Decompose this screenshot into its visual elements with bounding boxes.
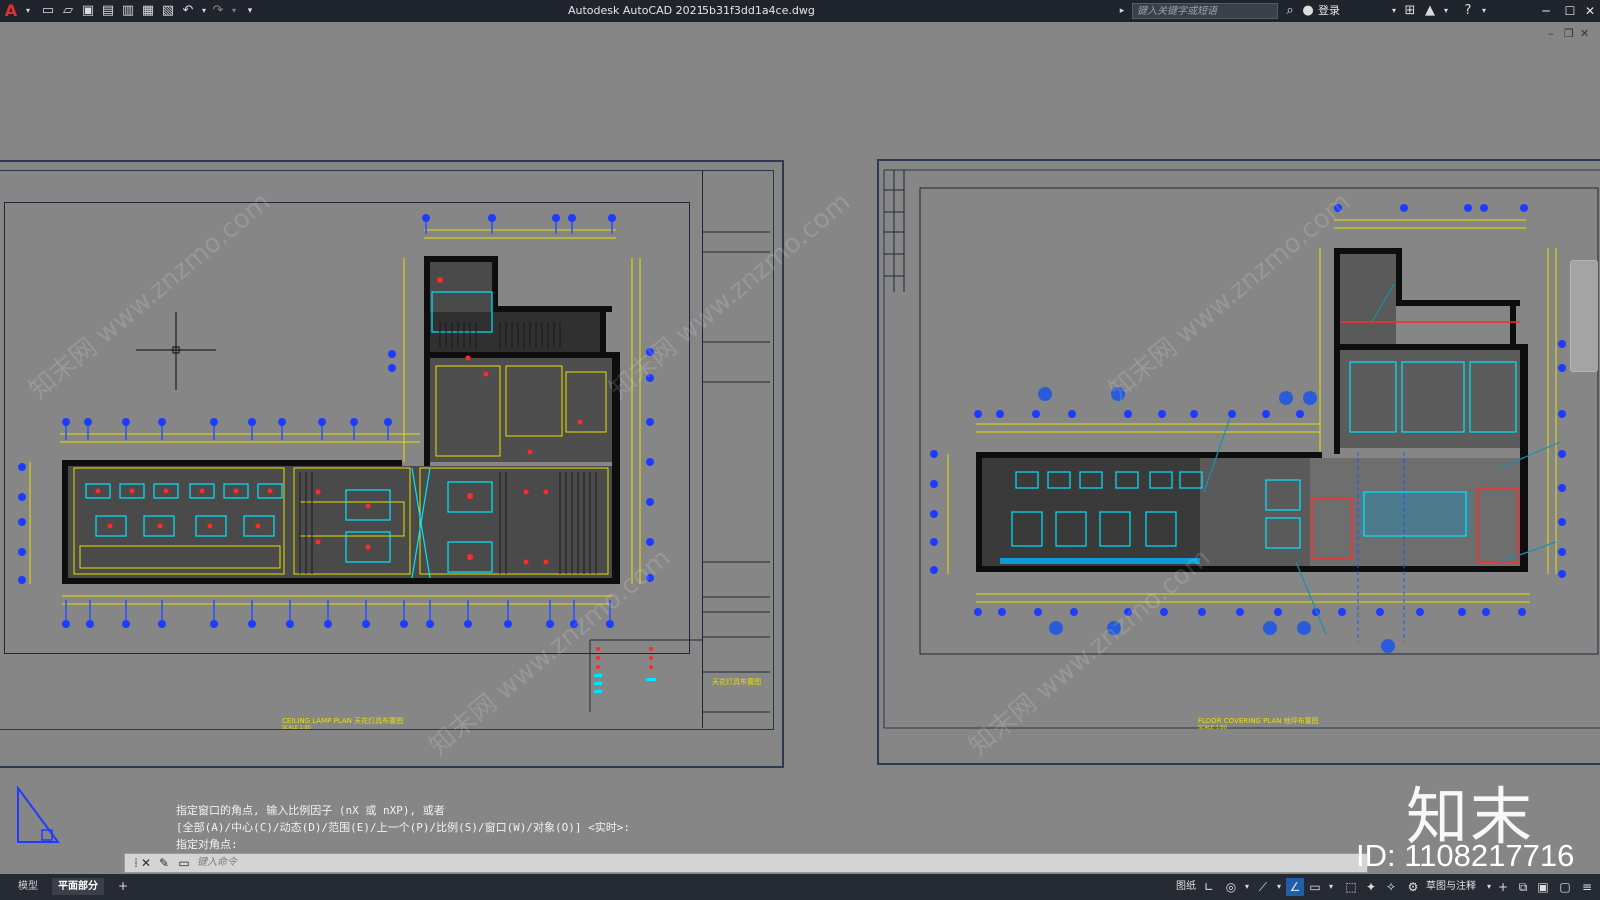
brand-id: ID: 1108217716: [1356, 838, 1575, 873]
minimize-icon[interactable]: ─: [1534, 0, 1558, 22]
new-file-icon[interactable]: ▭: [40, 3, 56, 19]
command-input[interactable]: 键入命令: [197, 854, 237, 872]
tab-model[interactable]: 模型: [12, 878, 44, 895]
autocad-logo-icon[interactable]: A: [2, 2, 20, 20]
cad-drawing-svg: [18, 159, 1600, 765]
help-icon[interactable]: ?: [1460, 3, 1476, 19]
add-layout-icon[interactable]: +: [112, 878, 134, 895]
undo-icon[interactable]: ↶: [180, 3, 196, 19]
login-button[interactable]: 登录: [1318, 0, 1340, 22]
search-input[interactable]: 键入关键字或短语: [1132, 3, 1278, 19]
selection-cycling-icon[interactable]: ⬚: [1342, 878, 1360, 896]
left-block-title: 天花灯具布置图: [712, 678, 761, 686]
title-bar: A ▾ ▭ ▱ ▣ ▤ ▥ ▦ ▧ ↶ ▾ ↷ ▾ ▾ Autodesk Aut…: [0, 0, 1600, 22]
open-folder-icon[interactable]: ▱: [60, 3, 76, 19]
customize-wrench-icon[interactable]: ✎: [155, 855, 173, 871]
publish-icon[interactable]: ▥: [120, 3, 136, 19]
file-name: 5b31f3dd1a4ce.dwg: [702, 4, 815, 17]
command-history-line: [全部(A)/中心(C)/动态(D)/范围(E)/上一个(P)/比例(S)/窗口…: [176, 821, 631, 834]
redo-icon[interactable]: ↷: [210, 3, 226, 19]
login-dropdown-icon[interactable]: ▾: [1386, 3, 1402, 19]
app-dropdown-icon[interactable]: ▾: [1438, 3, 1454, 19]
plot-icon[interactable]: ▦: [140, 3, 156, 19]
crosshair-icon[interactable]: +: [1494, 878, 1512, 896]
annotation-visibility-icon[interactable]: ✦: [1362, 878, 1380, 896]
command-history-line: 指定对角点:: [176, 838, 238, 851]
search-icon[interactable]: ⌕: [1282, 3, 1298, 19]
command-history-line: 指定窗口的角点, 输入比例因子 (nX 或 nXP), 或者: [176, 804, 445, 817]
close-icon[interactable]: ✕: [1578, 0, 1600, 22]
lineweight-dropdown-icon[interactable]: ▾: [1322, 878, 1340, 896]
tab-layout[interactable]: 平面部分: [52, 878, 104, 895]
autodesk-app-icon[interactable]: ▲: [1422, 3, 1438, 19]
workspace-switcher[interactable]: 草图与注释: [1420, 878, 1482, 895]
isolate-objects-icon[interactable]: ⧉: [1514, 878, 1532, 896]
help-dropdown-icon[interactable]: ▾: [1476, 3, 1492, 19]
print-icon[interactable]: ▧: [160, 3, 176, 19]
annotation-scale-icon[interactable]: ✧: [1382, 878, 1400, 896]
ortho-icon[interactable]: ∟: [1200, 878, 1218, 896]
user-icon[interactable]: ●: [1300, 3, 1316, 19]
app-title: Autodesk AutoCAD 2021: [568, 4, 704, 17]
drawing-canvas[interactable]: CEILING LAMP PLAN 天花灯具布置图 SCALE 1:80 天花灯…: [0, 22, 1600, 874]
save-icon[interactable]: ▣: [80, 3, 96, 19]
save-as-icon[interactable]: ▤: [100, 3, 116, 19]
app-menu-chevron-icon[interactable]: ▾: [20, 3, 36, 19]
recent-commands-icon[interactable]: ▭: [175, 855, 193, 871]
clean-screen-icon[interactable]: ▢: [1556, 878, 1574, 896]
left-plan-scale: SCALE 1:80: [282, 725, 311, 731]
close-command-icon[interactable]: ✕: [137, 855, 155, 871]
cart-icon[interactable]: ⊞: [1402, 3, 1418, 19]
object-snap-icon[interactable]: ∠: [1286, 878, 1304, 896]
expand-arrow-icon[interactable]: ▸: [1114, 3, 1130, 19]
right-plan-scale: SCALE 1:80: [1198, 725, 1227, 731]
paper-space-toggle[interactable]: 图纸: [1170, 878, 1202, 895]
crosshair-cursor: [136, 312, 216, 390]
customization-menu-icon[interactable]: ≡: [1578, 878, 1596, 896]
navigation-bar[interactable]: [1570, 260, 1598, 372]
redo-dropdown-icon[interactable]: ▾: [226, 3, 242, 19]
hardware-acceleration-icon[interactable]: ▣: [1534, 878, 1552, 896]
customize-toolbar-icon[interactable]: ▾: [242, 3, 258, 19]
command-line[interactable]: ⁞ ✕ ✎ ▭ 键入命令: [124, 853, 1368, 873]
status-bar: 模型 平面部分 + 图纸 ∟ ◎ ▾ ⟋ ▾ ∠ ▭ ▾ ⬚ ✦ ✧ ⚙ 草图与…: [0, 874, 1600, 900]
ucs-icon: [17, 784, 60, 843]
